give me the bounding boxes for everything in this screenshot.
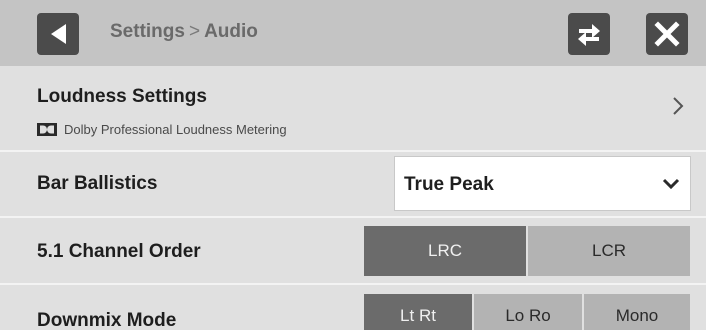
bar-ballistics-label: Bar Ballistics [37,173,158,194]
dolby-subtitle-text: Dolby Professional Loudness Metering [64,122,287,137]
breadcrumb-current: Audio [204,21,258,42]
downmix-option-lt-rt[interactable]: Lt Rt [364,294,472,330]
swap-button[interactable] [568,13,610,55]
back-triangle-icon [51,24,66,44]
close-x-icon [654,21,680,47]
breadcrumb-parent: Settings [110,21,185,42]
dolby-subtitle: Dolby Professional Loudness Metering [37,122,287,137]
bar-ballistics-value: True Peak [404,174,494,195]
breadcrumb-separator: > [188,21,201,42]
loudness-settings-title: Loudness Settings [37,86,207,107]
header-bar: Settings > Audio [0,0,706,66]
downmix-option-mono[interactable]: Mono [584,294,690,330]
dolby-logo-icon [37,123,57,136]
back-button[interactable] [37,13,79,55]
downmix-mode-label: Downmix Mode [37,310,177,330]
close-button[interactable] [646,13,688,55]
bar-ballistics-dropdown[interactable]: True Peak [394,156,691,211]
swap-arrows-icon [578,24,600,46]
bar-ballistics-row: Bar Ballistics True Peak [0,152,706,218]
channel-order-label: 5.1 Channel Order [37,241,201,262]
channel-order-option-lcr[interactable]: LCR [528,226,690,276]
downmix-option-lo-ro[interactable]: Lo Ro [474,294,582,330]
chevron-right-icon [673,97,684,115]
loudness-settings-row[interactable]: Loudness Settings Dolby Professional Lou… [0,66,706,152]
breadcrumb: Settings > Audio [110,21,258,43]
downmix-mode-row: Downmix Mode Lt Rt Lo Ro Mono [0,285,706,330]
channel-order-option-lrc[interactable]: LRC [364,226,526,276]
channel-order-row: 5.1 Channel Order LRC LCR [0,218,706,285]
audio-settings-screen: Settings > Audio Loudness Settings Dolby P… [0,0,706,330]
chevron-down-icon [662,178,680,190]
